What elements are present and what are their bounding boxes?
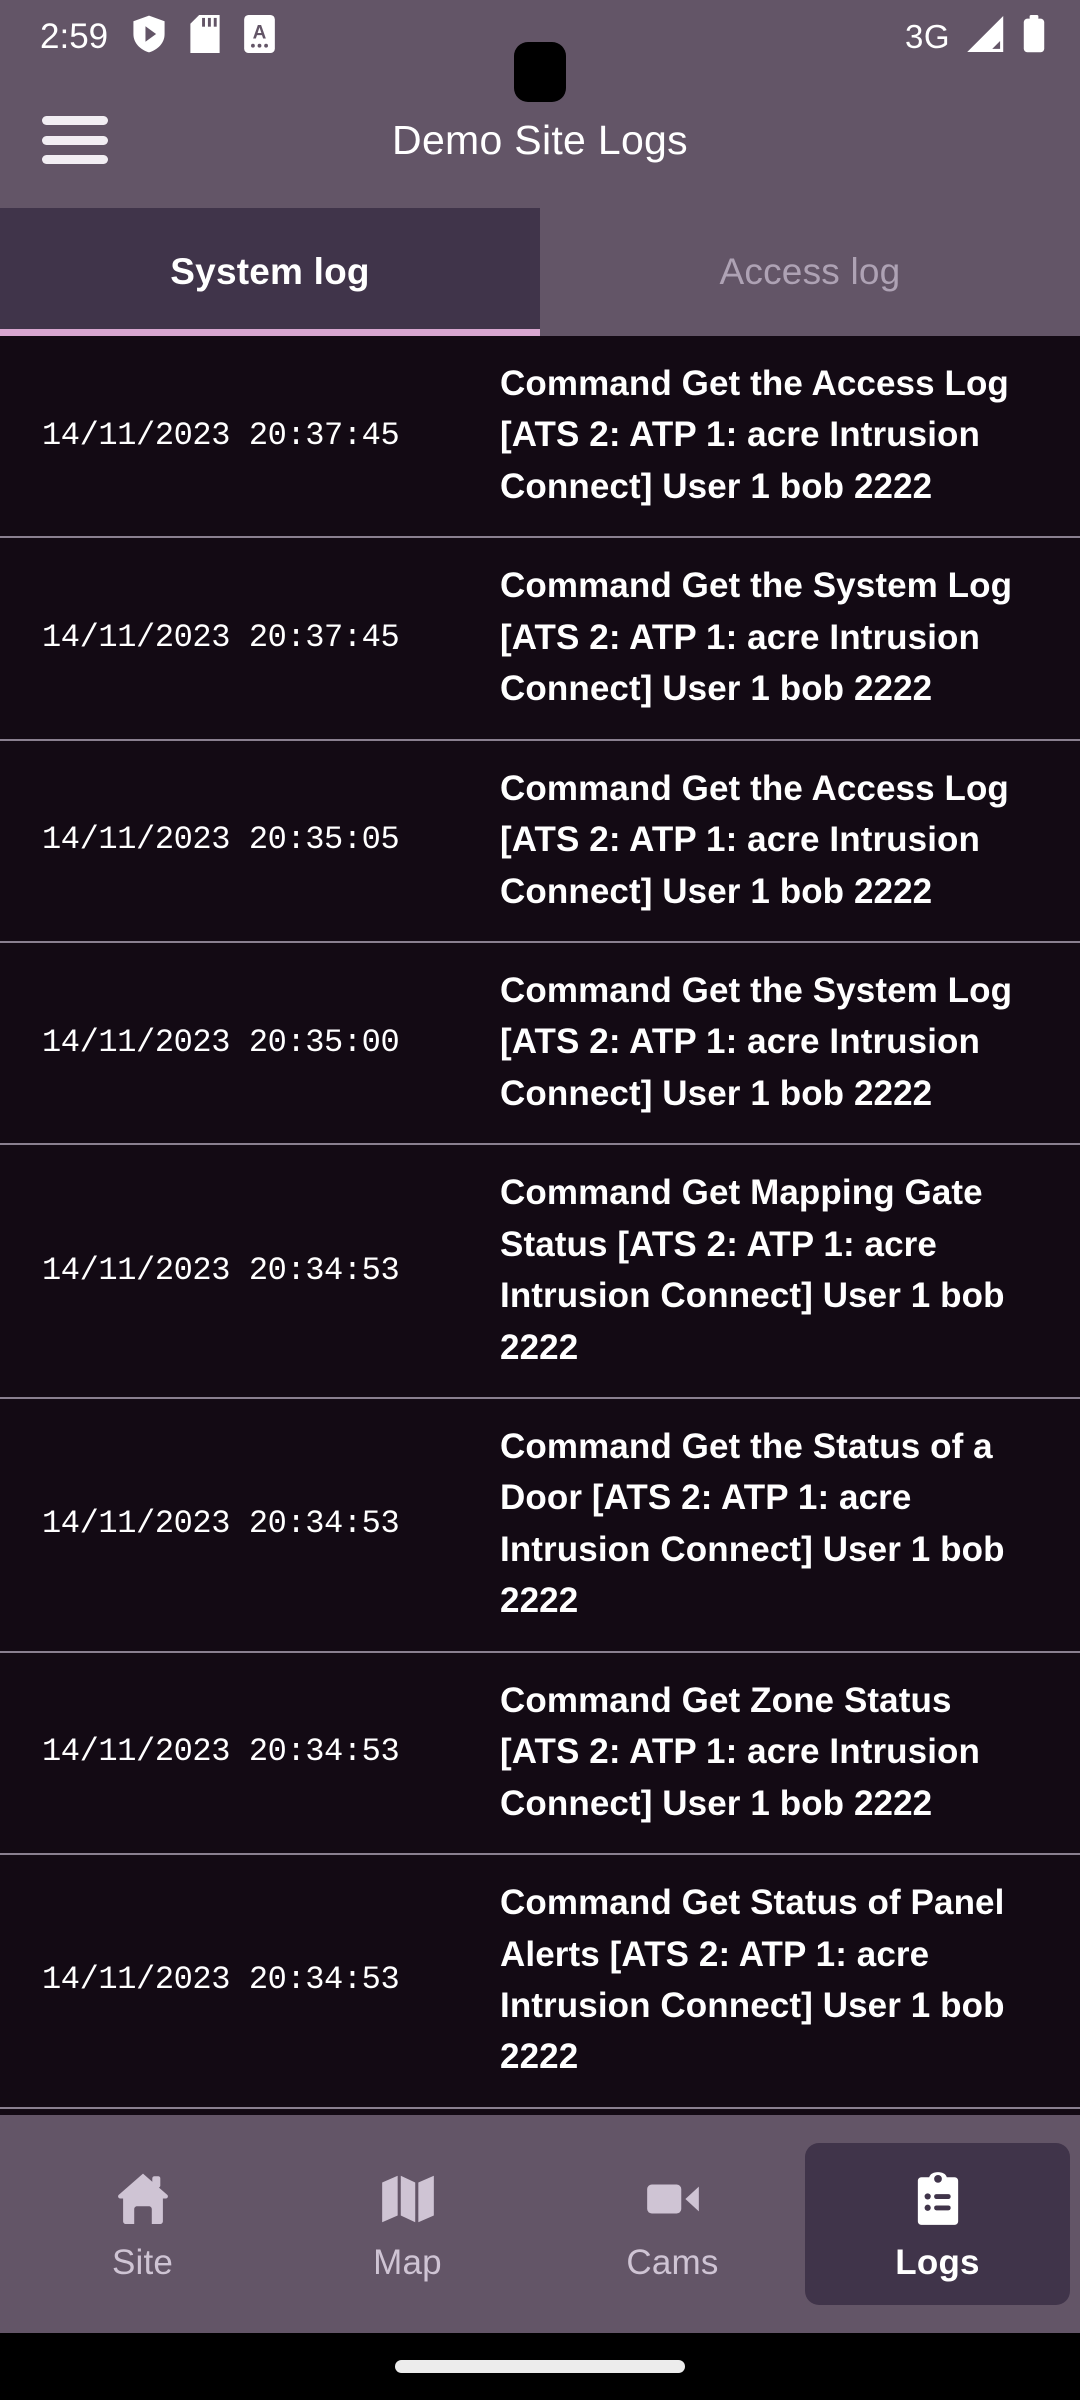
status-bar-left: 2:59 A (40, 14, 275, 58)
log-timestamp: 14/11/2023 20:34:53 (42, 1961, 400, 1999)
log-tabs: System log Access log (0, 208, 1080, 336)
log-message: Command Get Mapping Gate Status [ATS 2: … (500, 1173, 1005, 1367)
log-timestamp: 14/11/2023 20:34:53 (42, 1251, 400, 1289)
log-message: Command Get the Status of a Door [ATS 2:… (500, 1427, 1005, 1621)
tab-access-log[interactable]: Access log (540, 208, 1080, 336)
table-row[interactable]: 14/11/2023 20:34:53 Command Get Mapping … (0, 1145, 1080, 1399)
log-timestamp: 14/11/2023 20:35:05 (42, 821, 400, 859)
network-type-label: 3G (904, 17, 950, 55)
status-clock: 2:59 (40, 16, 109, 56)
page-title: Demo Site Logs (392, 116, 688, 163)
log-message: Command Get Zone Status [ATS 2: ATP 1: a… (500, 1680, 981, 1823)
tab-system-log[interactable]: System log (0, 208, 540, 336)
table-row[interactable]: 14/11/2023 20:34:53 Command Get Zone Sta… (0, 1653, 1080, 1856)
nav-item-logs-label: Logs (895, 2243, 980, 2282)
log-message: Command Get the Access Log [ATS 2: ATP 1… (500, 364, 1009, 506)
log-message: Command Get the Access Log [ATS 2: ATP 1… (500, 768, 1009, 911)
bottom-navigation-bar: Site Map Cams Logs (0, 2115, 1080, 2333)
signal-icon (967, 15, 1005, 57)
table-row[interactable]: 14/11/2023 20:34:53 Command Get Status o… (0, 1855, 1080, 2109)
table-row[interactable]: 14/11/2023 20:37:45 Command Get the Syst… (0, 538, 1080, 741)
clipboard-list-icon (907, 2165, 969, 2233)
nav-item-map-label: Map (373, 2243, 442, 2282)
log-timestamp: 14/11/2023 20:37:45 (42, 618, 400, 656)
hamburger-menu-icon[interactable] (42, 116, 108, 164)
tab-active-indicator (0, 329, 540, 336)
nav-item-site-label: Site (111, 2243, 174, 2282)
status-bar-right: 3G (904, 14, 1046, 58)
log-message: Command Get Status of Panel Alerts [ATS … (500, 1883, 1005, 2077)
tab-system-log-label: System log (170, 251, 370, 292)
shield-play-icon (132, 15, 166, 58)
table-row[interactable]: 14/11/2023 20:34:53 Command Get the Stat… (0, 1399, 1080, 1653)
sd-card-icon (190, 14, 220, 58)
table-row[interactable]: 14/11/2023 20:35:00 Command Get the Syst… (0, 943, 1080, 1146)
map-icon (377, 2165, 439, 2233)
nav-item-map[interactable]: Map (275, 2143, 540, 2305)
log-list[interactable]: 14/11/2023 20:37:45 Command Get the Acce… (0, 336, 1080, 2115)
log-timestamp: 14/11/2023 20:34:53 (42, 1733, 400, 1771)
phone-screen: 2:59 A 3G Demo Site Logs System log Acce… (0, 0, 1080, 2400)
camera-notch (514, 42, 566, 102)
log-timestamp: 14/11/2023 20:35:00 (42, 1023, 400, 1061)
nav-item-site[interactable]: Site (10, 2143, 275, 2305)
battery-icon (1022, 14, 1046, 58)
log-timestamp: 14/11/2023 20:37:45 (42, 416, 400, 454)
svg-text:A: A (253, 22, 267, 43)
log-message: Command Get the System Log [ATS 2: ATP 1… (500, 970, 1013, 1113)
tab-access-log-label: Access log (719, 251, 901, 292)
nav-item-cams[interactable]: Cams (540, 2143, 805, 2305)
home-icon (112, 2165, 174, 2233)
document-a-icon: A (244, 14, 275, 58)
gesture-navigation-bar (0, 2333, 1080, 2400)
log-timestamp: 14/11/2023 20:34:53 (42, 1505, 400, 1543)
nav-item-cams-label: Cams (626, 2243, 719, 2282)
nav-item-logs[interactable]: Logs (805, 2143, 1070, 2305)
log-message: Command Get the System Log [ATS 2: ATP 1… (500, 566, 1013, 709)
table-row[interactable]: 14/11/2023 20:35:05 Command Get the Acce… (0, 741, 1080, 943)
video-camera-icon (642, 2165, 704, 2233)
home-indicator[interactable] (395, 2360, 685, 2373)
table-row[interactable]: 14/11/2023 20:37:45 Command Get the Acce… (0, 336, 1080, 539)
